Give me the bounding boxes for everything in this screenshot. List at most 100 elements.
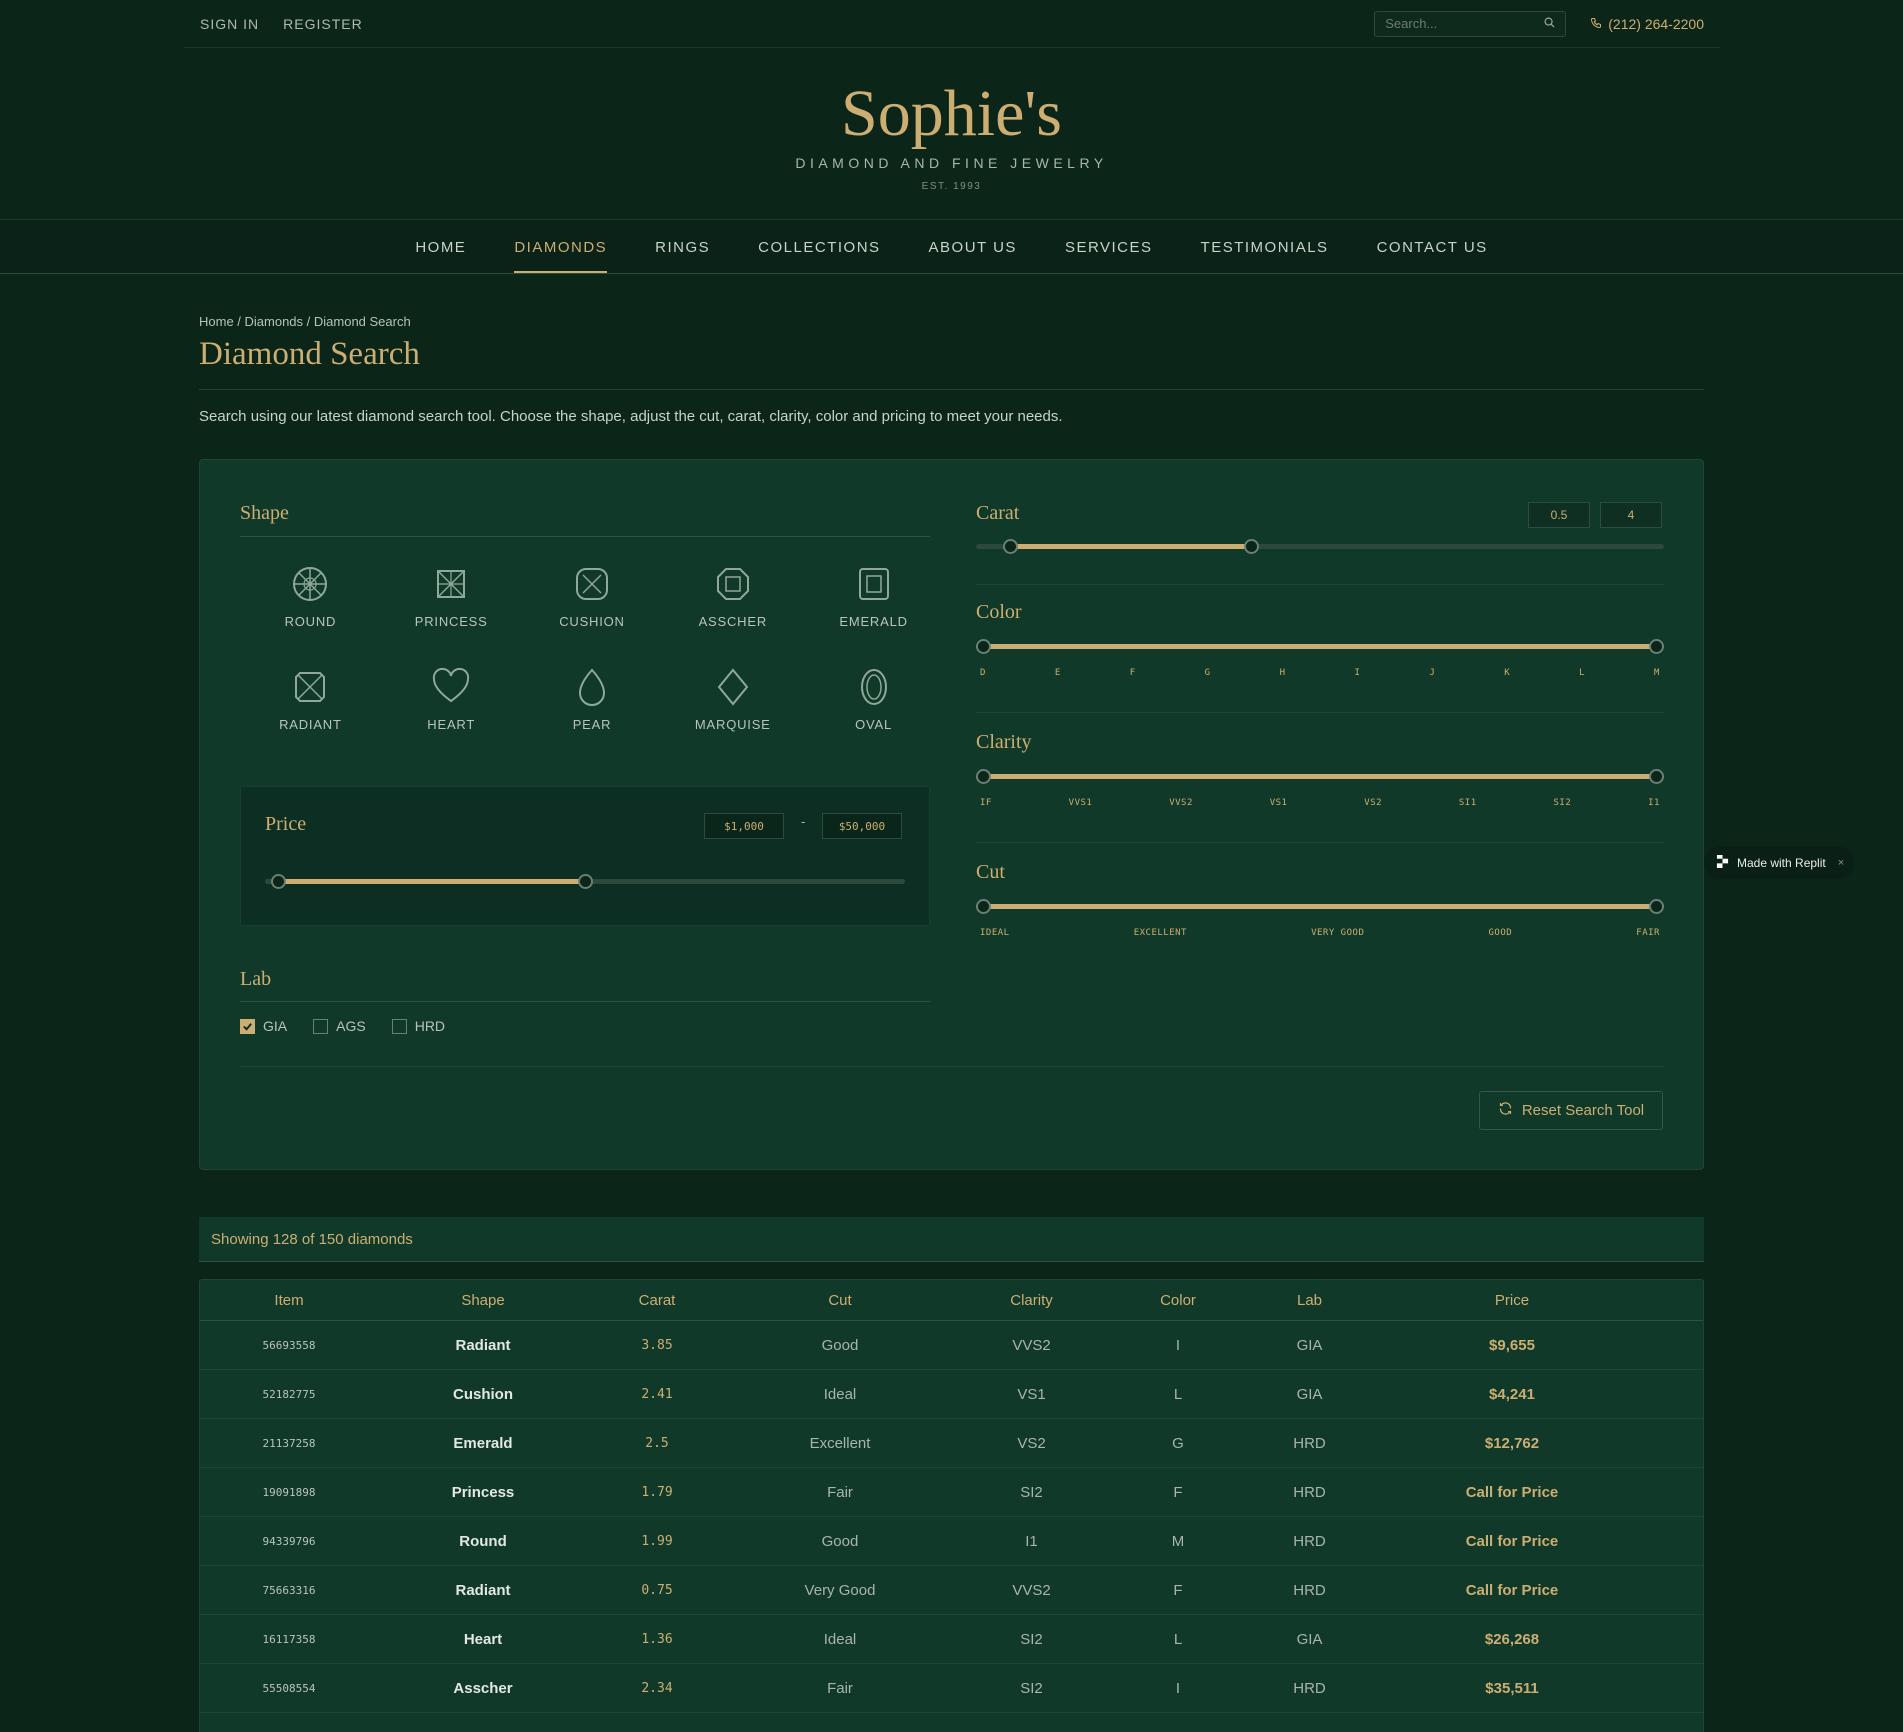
carat-title: Carat [976, 502, 1020, 524]
lab-option-hrd[interactable]: HRD [391, 1018, 445, 1034]
table-row[interactable]: 21137258 Emerald 2.5 Excellent VS2 G HRD $12,76… [200, 1419, 1703, 1468]
close-icon[interactable]: × [1838, 857, 1844, 869]
cut-slider-fill[interactable] [976, 904, 1664, 909]
auth-links: SIGN IN REGISTER [200, 16, 363, 32]
search-input[interactable] [1385, 16, 1536, 31]
shape-option-marquise[interactable]: MARQUISE [662, 667, 803, 732]
table-row[interactable]: 55508554 Asscher 2.34 Fair SI2 I HRD $35,511 [200, 1664, 1703, 1713]
clarity-slider-min-handle[interactable] [976, 769, 991, 784]
table-row[interactable]: 19091898 Princess 1.79 Fair SI2 F HRD Call for … [200, 1468, 1703, 1517]
shape-option-asscher[interactable]: ASSCHER [662, 564, 803, 629]
cut-slider-min-handle[interactable] [976, 899, 991, 914]
cell-clarity: VVS2 [1012, 1581, 1051, 1599]
shape-label: ASSCHER [698, 614, 768, 629]
column-header-color[interactable]: Color [1109, 1292, 1247, 1309]
lab-checkbox[interactable] [240, 1018, 255, 1034]
nav-testimonials[interactable]: TESTIMONIALS [1177, 220, 1353, 275]
column-header-cut[interactable]: Cut [726, 1292, 954, 1309]
nav-contact-us[interactable]: CONTACT US [1353, 220, 1512, 275]
color-title: Color [976, 601, 1022, 623]
brand-logo[interactable]: Sophie's DIAMOND AND FINE JEWELRY EST. 1… [0, 75, 1903, 192]
search-box [1374, 10, 1567, 37]
lab-option-gia[interactable]: GIA [240, 1018, 287, 1034]
cell-price: Call for Price [1465, 1483, 1559, 1501]
panel-footer-divider [240, 1066, 1665, 1067]
shape-option-oval[interactable]: OVAL [803, 667, 944, 732]
cell-clarity: SI2 [1020, 1679, 1043, 1697]
shape-option-cushion[interactable]: CUSHION [522, 564, 663, 629]
table-header: Item Shape Carat Cut Clarity Color Lab Price [200, 1280, 1703, 1321]
sign-in-link[interactable]: SIGN IN [200, 16, 259, 32]
nav-about-us[interactable]: ABOUT US [905, 220, 1041, 275]
cut-scale-label: EXCELLENT [1133, 928, 1187, 938]
table-row[interactable]: 94339796 Round 1.99 Good I1 M HRD Call for Pric… [200, 1517, 1703, 1566]
color-slider-max-handle[interactable] [1649, 639, 1664, 654]
cell-carat: 1.99 [641, 1533, 673, 1549]
shape-option-princess[interactable]: PRINCESS [381, 564, 522, 629]
shape-option-pear[interactable]: PEAR [522, 667, 663, 732]
cell-cut: Good [821, 1336, 859, 1354]
marquise-icon [717, 668, 749, 706]
clarity-slider-max-handle[interactable] [1649, 769, 1664, 784]
shape-label: RADIANT [279, 717, 342, 732]
clarity-slider-fill[interactable] [976, 774, 1664, 779]
nav-collections[interactable]: COLLECTIONS [734, 220, 904, 275]
cell-color: G [1172, 1434, 1184, 1452]
shape-label: PRINCESS [414, 614, 488, 629]
table-row[interactable]: 52182775 Cushion 2.41 Ideal VS1 L GIA $4,241 [200, 1370, 1703, 1419]
nav-services[interactable]: SERVICES [1041, 220, 1177, 275]
register-link[interactable]: REGISTER [283, 16, 363, 32]
column-header-item[interactable]: Item [200, 1292, 378, 1309]
cut-slider-max-handle[interactable] [1649, 899, 1664, 914]
shape-option-radiant[interactable]: RADIANT [240, 667, 381, 732]
brand-established: EST. 1993 [921, 181, 982, 192]
column-header-shape[interactable]: Shape [378, 1292, 588, 1309]
table-row[interactable]: 16117358 Heart 1.36 Ideal SI2 L GIA $26,268 [200, 1615, 1703, 1664]
column-header-lab[interactable]: Lab [1247, 1292, 1372, 1309]
phone-number: (212) 264-2200 [1608, 15, 1704, 32]
table-row[interactable]: 56693558 Radiant 3.85 Good VVS2 I GIA $9,655 [200, 1321, 1703, 1370]
nav-diamonds[interactable]: DIAMONDS [490, 220, 631, 275]
shape-option-heart[interactable]: HEART [381, 667, 522, 732]
phone-link[interactable]: (212) 264-2200 [1590, 16, 1704, 32]
table-row[interactable]: 75663316 Radiant 0.75 Very Good VVS2 F HRD Call… [200, 1566, 1703, 1615]
color-slider-min-handle[interactable] [976, 639, 991, 654]
color-slider-fill[interactable] [976, 644, 1664, 649]
cell-carat: 2.41 [641, 1386, 673, 1402]
lab-title: Lab [240, 968, 272, 990]
breadcrumb[interactable]: Home / Diamonds / Diamond Search [199, 314, 411, 329]
carat-slider-max-handle[interactable] [1244, 539, 1260, 554]
shape-option-round[interactable]: ROUND [240, 564, 381, 629]
princess-icon [437, 570, 466, 598]
column-header-carat[interactable]: Carat [588, 1292, 726, 1309]
shape-option-emerald[interactable]: EMERALD [803, 564, 944, 629]
cell-cut: Ideal [823, 1630, 857, 1648]
column-header-price[interactable]: Price [1372, 1292, 1652, 1309]
cell-price: $12,762 [1484, 1434, 1540, 1452]
lab-checkbox[interactable] [313, 1018, 329, 1034]
cell-carat: 3.85 [641, 1337, 673, 1353]
cell-cut: Very Good [804, 1581, 876, 1599]
price-max-input[interactable] [822, 813, 902, 839]
carat-slider-min-handle[interactable] [1003, 539, 1019, 554]
carat-max-input[interactable] [1600, 502, 1662, 528]
shape-label: OVAL [855, 717, 893, 732]
search-icon[interactable] [1544, 15, 1555, 33]
price-min-input[interactable] [704, 813, 784, 839]
nav-home[interactable]: HOME [391, 220, 490, 275]
cell-price: $26,268 [1484, 1630, 1540, 1648]
lab-checkbox[interactable] [391, 1018, 407, 1034]
reset-search-button[interactable]: Reset Search Tool [1479, 1091, 1663, 1130]
cell-shape: Asscher [453, 1679, 513, 1697]
price-slider-max-handle[interactable] [578, 874, 593, 889]
price-slider-min-handle[interactable] [270, 874, 286, 889]
lab-option-ags[interactable]: AGS [313, 1018, 366, 1034]
column-header-clarity[interactable]: Clarity [954, 1292, 1109, 1309]
made-with-replit-badge[interactable]: Made with Replit × [1704, 846, 1854, 879]
cell-shape: Princess [451, 1483, 515, 1501]
carat-min-input[interactable] [1528, 502, 1590, 528]
cell-cut: Excellent [809, 1434, 871, 1452]
color-divider [976, 712, 1664, 713]
nav-rings[interactable]: RINGS [631, 220, 734, 275]
shape-divider [240, 536, 930, 537]
